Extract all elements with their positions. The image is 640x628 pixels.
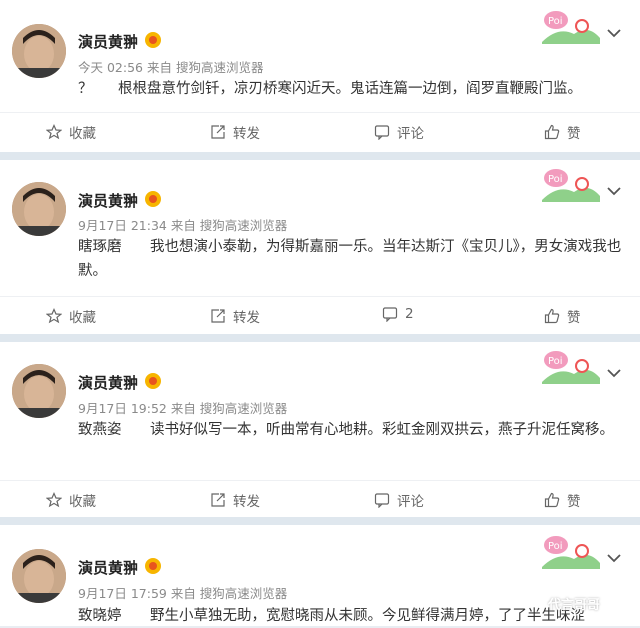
sticker-icon: Poi xyxy=(538,8,602,44)
post-text: 野生小草独无助，宽慰晓雨从未顾。今见鲜得满月婷，了了半生味涩 xyxy=(150,608,585,624)
sticker-icon: Poi xyxy=(538,533,602,569)
weibo-post: 演员黄翀 9月17日 17:59 来自 搜狗高速浏览器 致晓婷 野生小草独无助，宽… xyxy=(0,525,640,626)
repost-button[interactable]: 转发 xyxy=(210,306,260,326)
author-name[interactable]: 演员黄翀 xyxy=(78,190,138,211)
repost-button[interactable]: 转发 xyxy=(210,122,260,142)
verified-badge-icon xyxy=(144,190,162,208)
repost-button[interactable]: 转发 xyxy=(210,490,260,510)
weibo-post: 演员黄翀 今天 02:56 来自 搜狗高速浏览器 ？ 根根盘意竹剑钎，凉刃桥寒闪近… xyxy=(0,0,640,152)
star-icon xyxy=(46,308,62,324)
like-button[interactable]: 赞 xyxy=(544,490,581,510)
svg-text:Poi: Poi xyxy=(548,356,563,367)
avatar[interactable] xyxy=(12,364,66,418)
comment-button[interactable]: 评论 xyxy=(374,490,424,510)
svg-text:Poi: Poi xyxy=(548,16,563,27)
favorite-button[interactable]: 收藏 xyxy=(46,122,96,142)
verified-badge-icon xyxy=(144,372,162,390)
post-content: 致晓婷 野生小草独无助，宽慰晓雨从未顾。今见鲜得满月婷，了了半生味涩 xyxy=(78,604,626,628)
post-time-source: 今天 02:56 来自 搜狗高速浏览器 xyxy=(78,60,264,75)
chevron-down-icon[interactable] xyxy=(606,24,622,38)
svg-text:Poi: Poi xyxy=(548,541,563,552)
repost-icon xyxy=(211,309,225,323)
post-text: 我也想演小泰勒，为得斯嘉丽一乐。当年达斯汀《宝贝儿》，男女演戏我也默。 xyxy=(78,239,622,279)
avatar[interactable] xyxy=(12,182,66,236)
post-time-source: 9月17日 19:52 来自 搜狗高速浏览器 xyxy=(78,401,288,416)
chevron-down-icon[interactable] xyxy=(606,182,622,196)
post-text: 根根盘意竹剑钎，凉刃桥寒闪近天。鬼话连篇一边倒，阎罗直鞭殿门监。 xyxy=(118,81,582,97)
repost-icon xyxy=(211,493,225,507)
post-separator xyxy=(0,517,640,525)
star-icon xyxy=(46,492,62,508)
post-content: 瞎琢磨 我也想演小泰勒，为得斯嘉丽一乐。当年达斯汀《宝贝儿》，男女演戏我也默。 xyxy=(78,235,626,283)
watermark: 代言哥哥 xyxy=(548,598,601,613)
post-content: 致燕姿 读书好似写一本，听曲常有心地耕。彩虹金刚双拱云，燕子升泥任窝移。 xyxy=(78,418,626,442)
avatar[interactable] xyxy=(12,24,66,78)
post-actions: 收藏 转发 评论 赞 xyxy=(0,112,640,149)
post-actions: 收藏 转发 2 赞 xyxy=(0,296,640,333)
post-content: ？ 根根盘意竹剑钎，凉刃桥寒闪近天。鬼话连篇一边倒，阎罗直鞭殿门监。 xyxy=(78,77,626,101)
comment-icon xyxy=(374,125,390,140)
comment-button[interactable]: 评论 xyxy=(374,122,424,142)
comment-count: 2 xyxy=(405,306,414,322)
favorite-button[interactable]: 收藏 xyxy=(46,306,96,326)
author-name[interactable]: 演员黄翀 xyxy=(78,372,138,393)
star-icon xyxy=(46,124,62,140)
weibo-post: 演员黄翀 9月17日 21:34 来自 搜狗高速浏览器 瞎琢磨 我也想演小泰勒，为… xyxy=(0,160,640,334)
comment-button[interactable]: 2 xyxy=(382,306,414,322)
post-separator xyxy=(0,152,640,160)
comment-icon xyxy=(374,493,390,508)
post-actions: 收藏 转发 评论 赞 xyxy=(0,480,640,517)
verified-badge-icon xyxy=(144,31,162,49)
thumbs-up-icon xyxy=(544,492,560,508)
weibo-post: 演员黄翀 9月17日 19:52 来自 搜狗高速浏览器 致燕姿 读书好似写一本，听… xyxy=(0,342,640,517)
sticker-icon: Poi xyxy=(538,166,602,202)
author-name[interactable]: 演员黄翀 xyxy=(78,557,138,578)
like-button[interactable]: 赞 xyxy=(544,122,581,142)
comment-icon xyxy=(382,307,398,322)
thumbs-up-icon xyxy=(544,124,560,140)
post-prefix: 致晓婷 xyxy=(78,608,122,624)
post-separator xyxy=(0,334,640,342)
post-text: 读书好似写一本，听曲常有心地耕。彩虹金刚双拱云，燕子升泥任窝移。 xyxy=(150,422,614,438)
verified-badge-icon xyxy=(144,557,162,575)
chevron-down-icon[interactable] xyxy=(606,364,622,378)
thumbs-up-icon xyxy=(544,308,560,324)
post-time-source: 9月17日 21:34 来自 搜狗高速浏览器 xyxy=(78,218,288,233)
svg-text:Poi: Poi xyxy=(548,174,563,185)
like-button[interactable]: 赞 xyxy=(544,306,581,326)
sticker-icon: Poi xyxy=(538,348,602,384)
post-time-source: 9月17日 17:59 来自 搜狗高速浏览器 xyxy=(78,586,288,601)
repost-icon xyxy=(211,125,225,139)
avatar[interactable] xyxy=(12,549,66,603)
post-prefix: ？ xyxy=(78,81,93,97)
favorite-button[interactable]: 收藏 xyxy=(46,490,96,510)
post-prefix: 瞎琢磨 xyxy=(78,239,122,255)
author-name[interactable]: 演员黄翀 xyxy=(78,31,138,52)
chevron-down-icon[interactable] xyxy=(606,549,622,563)
post-prefix: 致燕姿 xyxy=(78,422,122,438)
